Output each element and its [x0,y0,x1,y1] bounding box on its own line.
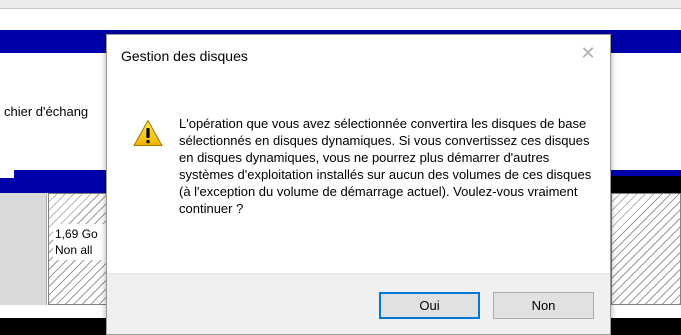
background-volume-hatched[interactable] [611,193,681,305]
warning-icon [133,120,163,146]
disk-size-text: 1,69 Go [55,227,98,241]
background-disk-volume[interactable]: 1,69 Go Non all [48,193,108,305]
disk-status-text: Non all [55,243,93,257]
background-volume-header [611,176,681,193]
background-disk-info: 1,69 Go Non all [53,224,107,260]
background-bar-corner [0,170,14,178]
dialog-title: Gestion des disques [121,48,248,64]
close-icon[interactable]: ✕ [578,43,598,63]
dialog-button-bar: Oui Non [107,273,610,334]
dialog-message: L'opération que vous avez sélectionnée c… [179,116,592,216]
confirmation-dialog: Gestion des disques ✕ L'opération que vo… [106,34,611,335]
background-window-top-strip [0,0,681,9]
yes-button[interactable]: Oui [379,292,480,319]
background-partial-text: chier d'échang [4,104,89,119]
no-button[interactable]: Non [493,292,594,319]
background-disk-label-panel [0,193,47,305]
